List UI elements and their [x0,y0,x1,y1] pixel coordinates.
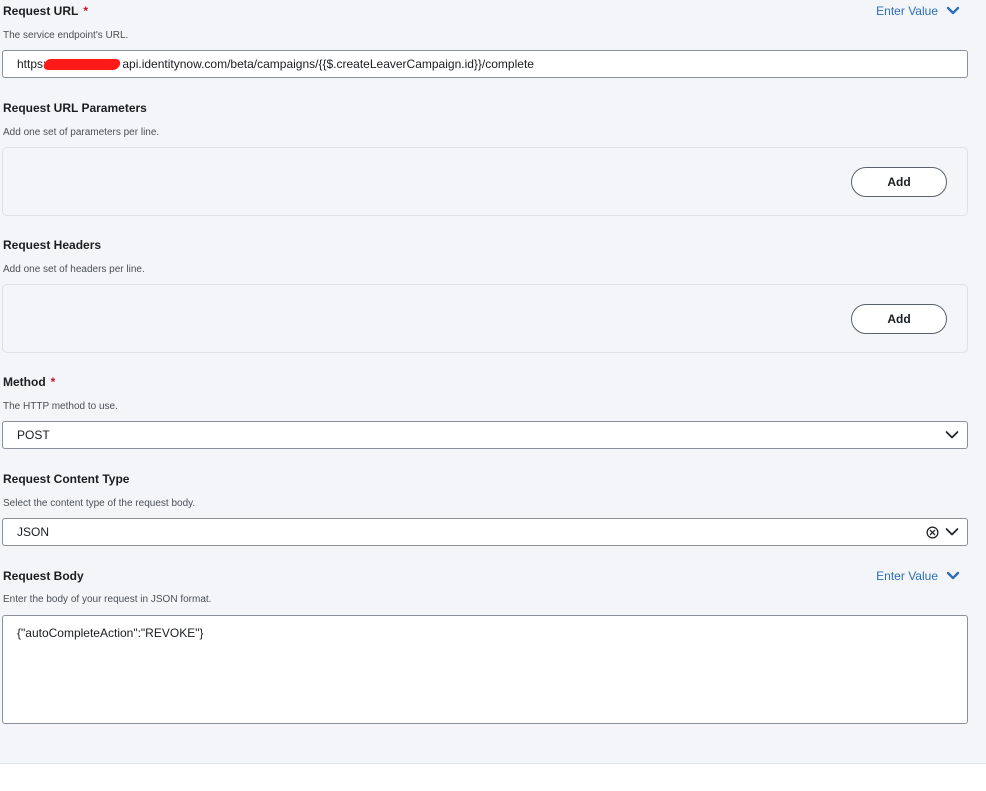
request-url-help: The service endpoint's URL. [3,30,129,41]
request-url-label: Request URL * [3,4,88,18]
headers-help: Add one set of headers per line. [3,264,145,275]
add-header-button[interactable]: Add [851,304,947,334]
request-url-value-suffix: api.identitynow.com/beta/campaigns/{{$.c… [122,57,534,71]
method-label: Method * [3,375,55,389]
url-params-label: Request URL Parameters [3,101,147,115]
required-marker: * [50,375,56,389]
request-body-label: Request Body [3,569,84,583]
request-body-textarea[interactable]: {"autoCompleteAction":"REVOKE"} [2,615,968,724]
method-value: POST [17,428,50,442]
clear-icon[interactable] [926,526,939,539]
request-body-help: Enter the body of your request in JSON f… [3,594,212,605]
content-type-value: JSON [17,525,50,539]
request-url-enter-value-toggle[interactable]: Enter Value [876,4,960,18]
request-url-value-prefix: https: [17,57,47,71]
headers-box: Add [2,284,968,353]
required-marker: * [83,4,89,18]
request-body-value: {"autoCompleteAction":"REVOKE"} [17,626,204,640]
enter-value-label: Enter Value [876,4,938,18]
content-type-select[interactable]: JSON [2,518,968,546]
request-body-enter-value-toggle[interactable]: Enter Value [876,569,960,583]
content-type-help: Select the content type of the request b… [3,498,196,509]
add-url-param-button[interactable]: Add [851,167,947,197]
http-request-form: Request URL * Enter Value The service end… [0,0,986,764]
url-params-box: Add [2,147,968,216]
redaction-mark [42,58,122,70]
headers-label: Request Headers [3,238,102,252]
method-select[interactable]: POST [2,421,968,449]
chevron-down-icon [946,6,960,15]
request-url-label-text: Request URL [3,4,79,18]
chevron-down-icon [946,571,960,580]
chevron-down-icon[interactable] [945,430,959,440]
request-url-input[interactable]: https: api.identitynow.com/beta/campaigns… [2,50,968,78]
chevron-down-icon[interactable] [945,527,959,537]
method-label-text: Method [3,375,46,389]
content-type-label: Request Content Type [3,472,130,486]
method-help: The HTTP method to use. [3,401,118,412]
url-params-help: Add one set of parameters per line. [3,127,160,138]
enter-value-label: Enter Value [876,569,938,583]
